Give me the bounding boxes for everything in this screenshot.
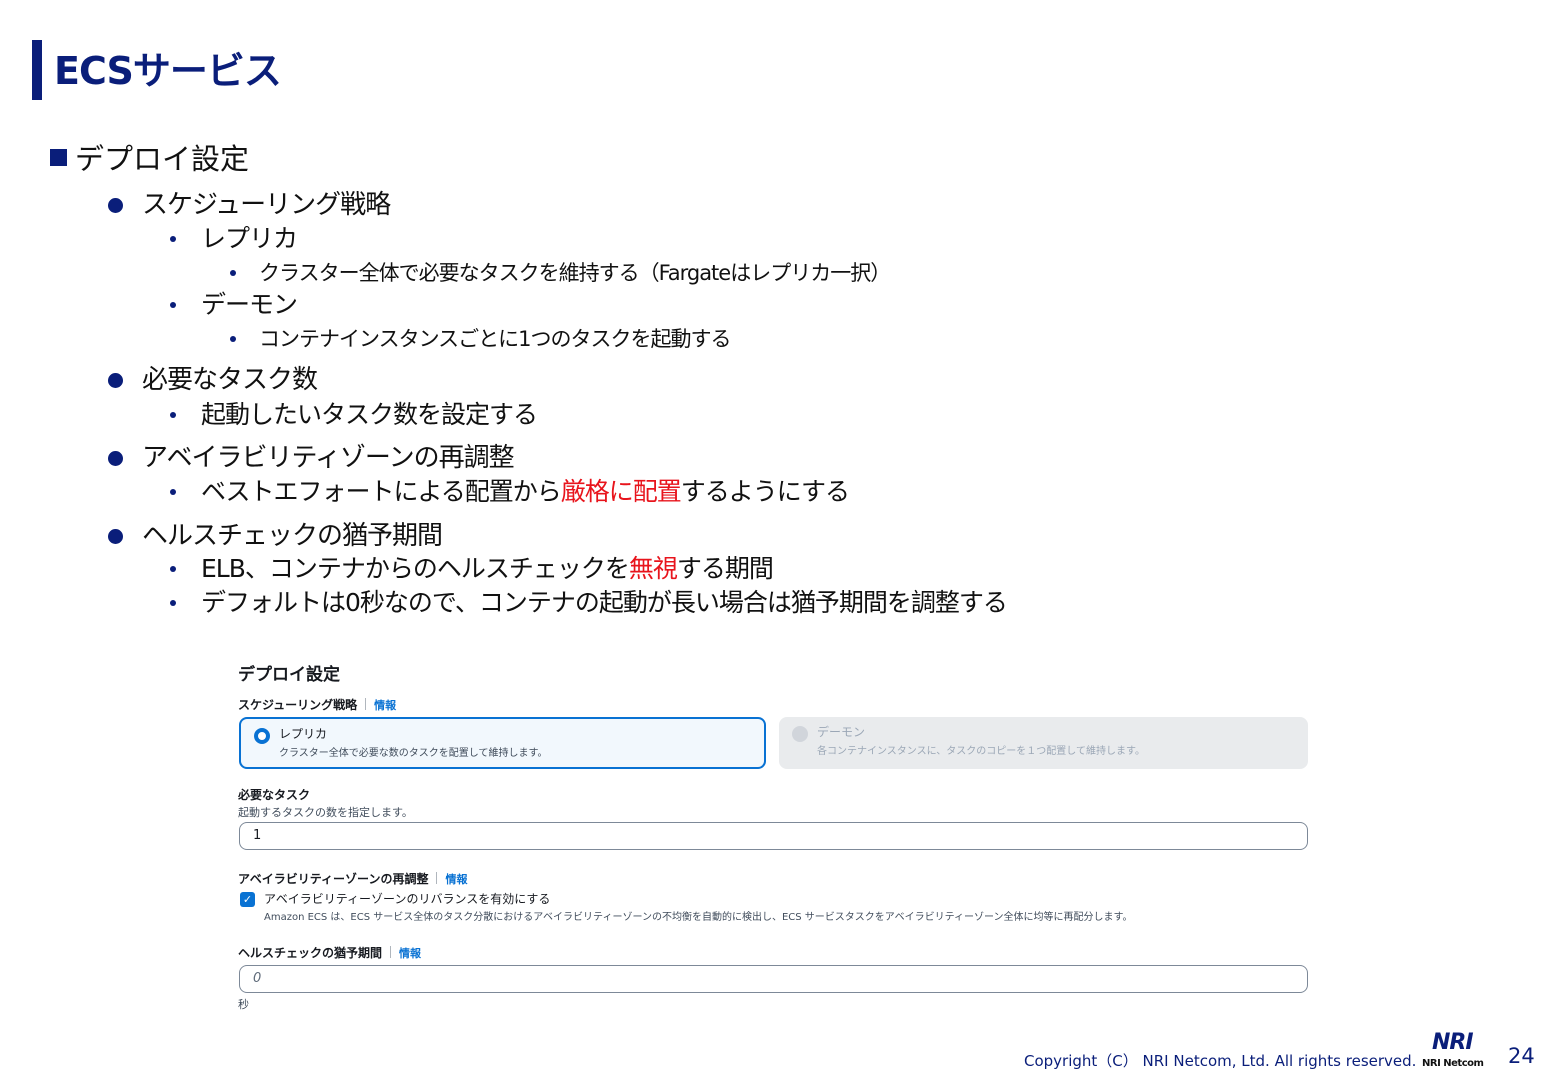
radio-selected-icon[interactable] — [254, 728, 270, 744]
dot-bullet-icon — [170, 566, 176, 572]
highlight-text: 無視 — [628, 554, 678, 583]
circle-bullet-icon — [108, 451, 123, 466]
grace-period-label: ヘルスチェックの猶予期間 情報 — [238, 946, 422, 960]
scheduling-label: スケジューリング戦略 情報 — [238, 698, 397, 712]
info-link[interactable]: 情報 — [445, 873, 467, 886]
dot-bullet-icon — [230, 270, 236, 276]
title-accent-bar — [32, 40, 42, 100]
grace-period-input[interactable]: 0 — [239, 965, 1308, 993]
page-number: 24 — [1508, 1044, 1535, 1068]
section-heading: デプロイ設定 — [50, 142, 249, 176]
circle-bullet-icon — [108, 373, 123, 388]
desired-tasks-input[interactable]: 1 — [239, 822, 1308, 850]
dot-bullet-icon — [230, 336, 236, 342]
az-rebalance-label: アベイラビリティーゾーンの再調整 情報 — [238, 872, 468, 886]
tasks-description: 起動するタスクの数を指定します。 — [238, 806, 413, 819]
screenshot-title: デプロイ設定 — [238, 665, 340, 685]
nri-logo: NRI NRI Netcom — [1422, 1030, 1484, 1069]
info-link[interactable]: 情報 — [399, 947, 421, 960]
az-rebalance-checkbox[interactable]: ✓ — [240, 892, 255, 907]
dot-bullet-icon — [170, 600, 176, 606]
checkbox-label: アベイラビリティーゾーンのリバランスを有効にする — [264, 892, 551, 906]
info-link[interactable]: 情報 — [374, 699, 396, 712]
replica-option[interactable]: レプリカ クラスター全体で必要な数のタスクを配置して維持します。 — [239, 717, 766, 769]
dot-bullet-icon — [170, 489, 176, 495]
unit-label: 秒 — [238, 998, 249, 1011]
dot-bullet-icon — [170, 412, 176, 418]
circle-bullet-icon — [108, 529, 123, 544]
dot-bullet-icon — [170, 236, 176, 242]
circle-bullet-icon — [108, 198, 123, 213]
copyright-text: Copyright（C） NRI Netcom, Ltd. All rights… — [1024, 1052, 1417, 1070]
tasks-label: 必要なタスク — [238, 788, 311, 802]
highlight-text: 厳格に配置 — [560, 477, 682, 506]
square-bullet-icon — [50, 149, 67, 166]
checkbox-description: Amazon ECS は、ECS サービス全体のタスク分散におけるアベイラビリテ… — [264, 912, 1133, 923]
deploy-settings-screenshot: デプロイ設定 スケジューリング戦略 情報 レプリカ クラスター全体で必要な数のタス… — [238, 656, 1312, 1016]
daemon-option[interactable]: デーモン 各コンテナインスタンスに、タスクのコピーを１つ配置して維持します。 — [779, 717, 1308, 769]
page-title: ECSサービス — [54, 49, 282, 93]
radio-disabled-icon[interactable] — [792, 726, 808, 742]
dot-bullet-icon — [170, 302, 176, 308]
